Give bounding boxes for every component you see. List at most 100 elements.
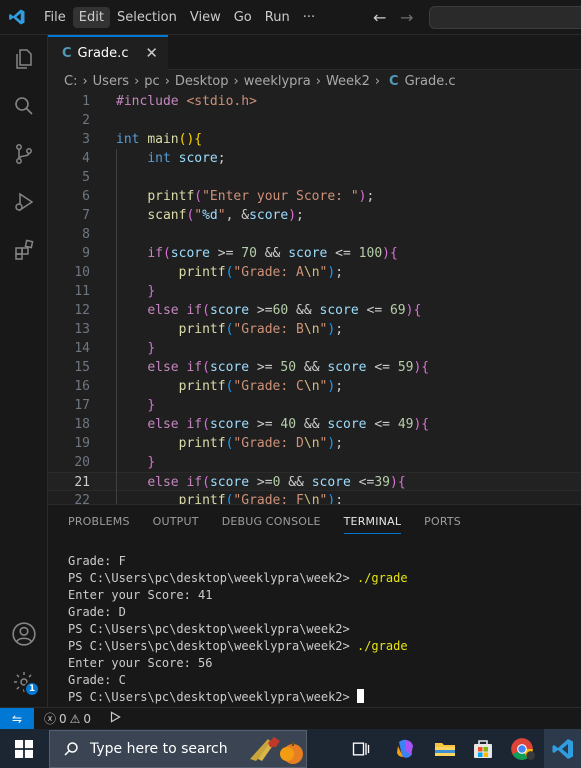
code-text: else if(score >= 50 && score <= 59){ bbox=[147, 360, 430, 375]
code-editor[interactable]: 1 #include <stdio.h> 2 3 int main(){4 int sc… bbox=[48, 92, 581, 504]
line-number: 10 bbox=[74, 265, 90, 280]
tab-grade-c[interactable]: C Grade.c ✕ bbox=[48, 35, 168, 70]
breadcrumb-item[interactable]: C: bbox=[64, 74, 77, 89]
copilot-icon[interactable] bbox=[390, 734, 420, 764]
code-line[interactable]: 1 #include <stdio.h> bbox=[48, 92, 581, 111]
code-line[interactable]: 2 bbox=[48, 111, 581, 130]
breadcrumb-item[interactable]: pc bbox=[144, 74, 159, 89]
notification-badge: 1 bbox=[24, 681, 40, 697]
terminal-line: Enter your Score: 56 bbox=[68, 655, 408, 672]
breadcrumb-item[interactable]: Desktop bbox=[175, 74, 229, 89]
line-number: 2 bbox=[82, 113, 90, 128]
code-line[interactable]: 8 bbox=[48, 225, 581, 244]
line-number: 11 bbox=[74, 284, 90, 299]
code-line[interactable]: 6 printf("Enter your Score: "); bbox=[48, 187, 581, 206]
line-number: 9 bbox=[82, 246, 90, 261]
code-line[interactable]: 5 bbox=[48, 168, 581, 187]
code-line[interactable]: 15 else if(score >= 50 && score <= 59){ bbox=[48, 358, 581, 377]
breadcrumb-item-file[interactable]: Grade.c bbox=[405, 74, 456, 89]
code-text: printf("Enter your Score: "); bbox=[147, 189, 375, 204]
code-line[interactable]: 17 } bbox=[48, 396, 581, 415]
menu-item[interactable]: ··· bbox=[297, 7, 321, 28]
panel-tab-debug-console[interactable]: DEBUG CONSOLE bbox=[222, 515, 321, 534]
breadcrumb-item[interactable]: weeklypra bbox=[244, 74, 311, 89]
chevron-right-icon: › bbox=[315, 73, 321, 89]
menu-item[interactable]: Selection bbox=[111, 7, 183, 28]
close-icon[interactable]: ✕ bbox=[145, 44, 158, 62]
code-line[interactable]: 20 } bbox=[48, 453, 581, 472]
code-line[interactable]: 4 int score; bbox=[48, 149, 581, 168]
command-center-search[interactable] bbox=[429, 6, 581, 29]
autumn-pumpkin-icon bbox=[238, 733, 308, 768]
code-line[interactable]: 7 scanf("%d", &score); bbox=[48, 206, 581, 225]
panel-tab-ports[interactable]: PORTS bbox=[424, 515, 461, 534]
menu-item[interactable]: File bbox=[38, 7, 72, 28]
menu-item[interactable]: Run bbox=[259, 7, 296, 28]
terminal-text: Grade: F bbox=[68, 554, 126, 568]
breadcrumb-item[interactable]: Week2 bbox=[326, 74, 370, 89]
chevron-right-icon: › bbox=[374, 73, 381, 89]
line-number: 19 bbox=[74, 436, 90, 451]
code-line[interactable]: 3 int main(){ bbox=[48, 130, 581, 149]
code-line[interactable]: 10 printf("Grade: A\n"); bbox=[48, 263, 581, 282]
line-number: 4 bbox=[82, 151, 90, 166]
line-number: 1 bbox=[82, 94, 90, 109]
c-file-icon: C bbox=[62, 46, 72, 61]
code-line[interactable]: 16 printf("Grade: C\n"); bbox=[48, 377, 581, 396]
extensions-icon[interactable] bbox=[10, 236, 38, 264]
windows-start-icon[interactable] bbox=[9, 734, 39, 764]
breadcrumb-item[interactable]: Users bbox=[93, 74, 129, 89]
chevron-right-icon: › bbox=[82, 73, 88, 89]
panel-tab-problems[interactable]: PROBLEMS bbox=[68, 515, 130, 534]
accounts-icon[interactable] bbox=[10, 620, 38, 648]
menu-item[interactable]: Edit bbox=[72, 6, 110, 28]
code-line[interactable]: 19 printf("Grade: D\n"); bbox=[48, 434, 581, 453]
terminal-cursor bbox=[356, 689, 364, 703]
taskbar-search-box[interactable]: Type here to search bbox=[49, 730, 307, 768]
problems-status[interactable]: ⓧ 0 ⚠ 0 bbox=[44, 710, 94, 727]
microsoft-store-icon[interactable] bbox=[468, 734, 498, 764]
code-line[interactable]: 18 else if(score >= 40 && score <= 49){ bbox=[48, 415, 581, 434]
task-view-icon[interactable] bbox=[346, 734, 376, 764]
chrome-icon[interactable] bbox=[507, 734, 537, 764]
warning-icon: ⚠ bbox=[69, 711, 81, 726]
debug-port-icon[interactable] bbox=[108, 710, 122, 727]
code-line[interactable]: 14 } bbox=[48, 339, 581, 358]
explorer-icon[interactable] bbox=[10, 45, 38, 73]
code-text: else if(score >=0 && score <=39){ bbox=[147, 475, 406, 490]
c-file-icon: C bbox=[389, 73, 399, 89]
terminal-command: ./grade bbox=[356, 639, 408, 653]
code-line[interactable]: 9 if(score >= 70 && score <= 100){ bbox=[48, 244, 581, 263]
code-line[interactable]: 21 else if(score >=0 && score <=39){ bbox=[48, 472, 581, 491]
line-number: 22 bbox=[74, 493, 90, 504]
menu-item[interactable]: Go bbox=[228, 7, 258, 28]
line-number: 20 bbox=[74, 455, 90, 470]
panel-tab-terminal[interactable]: TERMINAL bbox=[343, 515, 402, 534]
terminal-text: Grade: D bbox=[68, 605, 126, 619]
code-line[interactable]: 13 printf("Grade: B\n"); bbox=[48, 320, 581, 339]
line-number: 7 bbox=[82, 208, 90, 223]
code-text: } bbox=[147, 398, 156, 413]
code-text: printf("Grade: F\n"); bbox=[178, 493, 344, 504]
remote-indicator-icon[interactable]: ⇋ bbox=[0, 707, 34, 730]
terminal-line: Grade: D bbox=[68, 604, 408, 621]
code-text: else if(score >=60 && score <= 69){ bbox=[147, 303, 422, 318]
code-line[interactable]: 11 } bbox=[48, 282, 581, 301]
terminal-output[interactable]: Grade: F PS C:\Users\pc\desktop\weeklypra… bbox=[68, 553, 408, 706]
code-text: printf("Grade: C\n"); bbox=[178, 379, 344, 394]
back-arrow-icon[interactable]: ← bbox=[373, 8, 386, 27]
run-debug-icon[interactable] bbox=[10, 188, 38, 216]
menu-item[interactable]: View bbox=[184, 7, 227, 28]
code-line[interactable]: 12 else if(score >=60 && score <= 69){ bbox=[48, 301, 581, 320]
code-line[interactable]: 22 printf("Grade: F\n"); bbox=[48, 491, 581, 504]
forward-arrow-icon[interactable]: → bbox=[400, 8, 413, 27]
terminal-text: PS C:\Users\pc\desktop\weeklypra\week2> bbox=[68, 690, 357, 704]
line-number: 14 bbox=[74, 341, 90, 356]
search-icon[interactable] bbox=[10, 92, 38, 120]
code-text: } bbox=[147, 455, 156, 470]
vscode-taskbar-icon[interactable] bbox=[544, 729, 581, 768]
source-control-icon[interactable] bbox=[10, 140, 38, 168]
terminal-text: Grade: C bbox=[68, 673, 126, 687]
file-explorer-icon[interactable] bbox=[430, 734, 460, 764]
panel-tab-output[interactable]: OUTPUT bbox=[153, 515, 199, 534]
